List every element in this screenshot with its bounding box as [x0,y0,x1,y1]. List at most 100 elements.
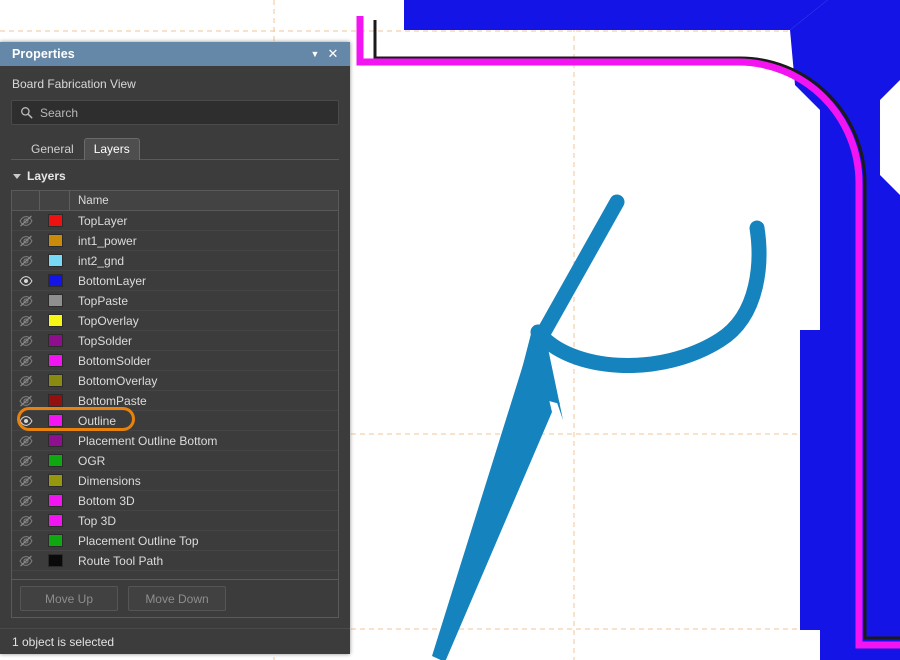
layer-visibility-toggle[interactable] [12,314,40,328]
layer-color-swatch[interactable] [40,334,70,347]
color-swatch [47,434,63,447]
color-swatch [47,554,63,567]
layer-color-swatch[interactable] [40,494,70,507]
layer-visibility-toggle[interactable] [12,434,40,448]
color-swatch [47,494,63,507]
layer-visibility-toggle[interactable] [12,474,40,488]
layer-visibility-toggle[interactable] [12,214,40,228]
search-icon [21,107,33,119]
layer-color-swatch[interactable] [40,514,70,527]
color-swatch [47,454,63,467]
panel-title: Properties [12,47,75,61]
layer-row[interactable]: Top 3D [12,511,338,531]
tab-general[interactable]: General [21,138,84,160]
layer-color-swatch[interactable] [40,254,70,267]
eye-slash-icon [19,315,33,326]
layer-row[interactable]: BottomLayer [12,271,338,291]
close-icon[interactable]: ✕ [324,45,342,63]
eye-slash-icon [19,555,33,566]
color-swatch [47,354,63,367]
layer-color-swatch[interactable] [40,414,70,427]
layer-name: Top 3D [78,513,117,528]
move-up-button[interactable]: Move Up [20,586,118,611]
layer-row[interactable]: TopOverlay [12,311,338,331]
layer-visibility-toggle[interactable] [12,334,40,348]
layer-color-swatch[interactable] [40,374,70,387]
layer-color-swatch[interactable] [40,534,70,547]
layer-row[interactable]: TopPaste [12,291,338,311]
layer-visibility-toggle[interactable] [12,394,40,408]
layer-row[interactable]: Bottom 3D [12,491,338,511]
view-subtitle: Board Fabrication View [12,77,136,91]
triangle-down-icon[interactable] [13,174,21,179]
eye-icon [19,275,33,286]
layer-visibility-toggle[interactable] [12,274,40,288]
layer-visibility-toggle[interactable] [12,454,40,468]
layer-color-swatch[interactable] [40,214,70,227]
layer-row[interactable]: TopSolder [12,331,338,351]
column-header-color[interactable] [40,191,70,210]
layer-visibility-toggle[interactable] [12,354,40,368]
move-down-button[interactable]: Move Down [128,586,226,611]
layer-row[interactable]: Route Tool Path [12,551,338,571]
layer-row[interactable]: int2_gnd [12,251,338,271]
layer-name: TopLayer [78,213,128,228]
layer-row[interactable]: OGR [12,451,338,471]
copper-lower-bar-2 [890,330,900,630]
layer-row[interactable]: Dimensions [12,471,338,491]
eye-slash-icon [19,455,33,466]
column-header-visibility[interactable] [12,191,40,210]
layer-color-swatch[interactable] [40,394,70,407]
layer-row[interactable]: Outline [12,411,338,431]
layers-section-header[interactable]: Layers [11,160,339,190]
panel-titlebar[interactable]: Properties ▼ ✕ [0,42,350,66]
column-header-name[interactable]: Name [70,191,338,210]
layer-visibility-toggle[interactable] [12,374,40,388]
eye-slash-icon [19,535,33,546]
layer-visibility-toggle[interactable] [12,294,40,308]
layer-color-swatch[interactable] [40,454,70,467]
layer-color-swatch[interactable] [40,274,70,287]
eye-slash-icon [19,355,33,366]
search-box[interactable] [11,100,339,125]
layer-visibility-toggle[interactable] [12,234,40,248]
chevron-down-icon[interactable]: ▼ [306,45,324,63]
layer-color-swatch[interactable] [40,314,70,327]
layer-visibility-toggle[interactable] [12,554,40,568]
tab-layers[interactable]: Layers [83,138,140,160]
layer-row[interactable]: BottomOverlay [12,371,338,391]
layer-visibility-toggle[interactable] [12,494,40,508]
properties-panel: Properties ▼ ✕ Board Fabrication View Ge… [0,42,350,654]
layer-color-swatch[interactable] [40,354,70,367]
pen-arrow-shaft [432,333,552,660]
tab-strip: General Layers [11,137,339,160]
layer-name: TopOverlay [78,313,139,328]
eye-slash-icon [19,515,33,526]
layer-table-header: Name [12,191,338,211]
layer-row[interactable]: TopLayer [12,211,338,231]
search-input[interactable] [40,105,330,120]
pen-arrow [432,330,563,660]
layer-visibility-toggle[interactable] [12,414,40,428]
layer-color-swatch[interactable] [40,474,70,487]
layer-row[interactable]: BottomPaste [12,391,338,411]
color-swatch [47,514,63,527]
layer-row[interactable]: Placement Outline Top [12,531,338,551]
color-swatch [47,314,63,327]
layer-visibility-toggle[interactable] [12,514,40,528]
layer-visibility-toggle[interactable] [12,534,40,548]
layers-section-title: Layers [27,169,66,183]
layer-color-swatch[interactable] [40,554,70,567]
layer-color-swatch[interactable] [40,434,70,447]
layer-name: BottomPaste [78,393,147,408]
copper-lower-bar [800,330,850,630]
layer-row[interactable]: int1_power [12,231,338,251]
layer-row[interactable]: Placement Outline Bottom [12,431,338,451]
panel-body: Board Fabrication View General Layers La… [0,66,350,628]
layer-color-swatch[interactable] [40,294,70,307]
layer-row[interactable]: BottomSolder [12,351,338,371]
color-swatch [47,374,63,387]
layer-visibility-toggle[interactable] [12,254,40,268]
eye-slash-icon [19,435,33,446]
layer-color-swatch[interactable] [40,234,70,247]
